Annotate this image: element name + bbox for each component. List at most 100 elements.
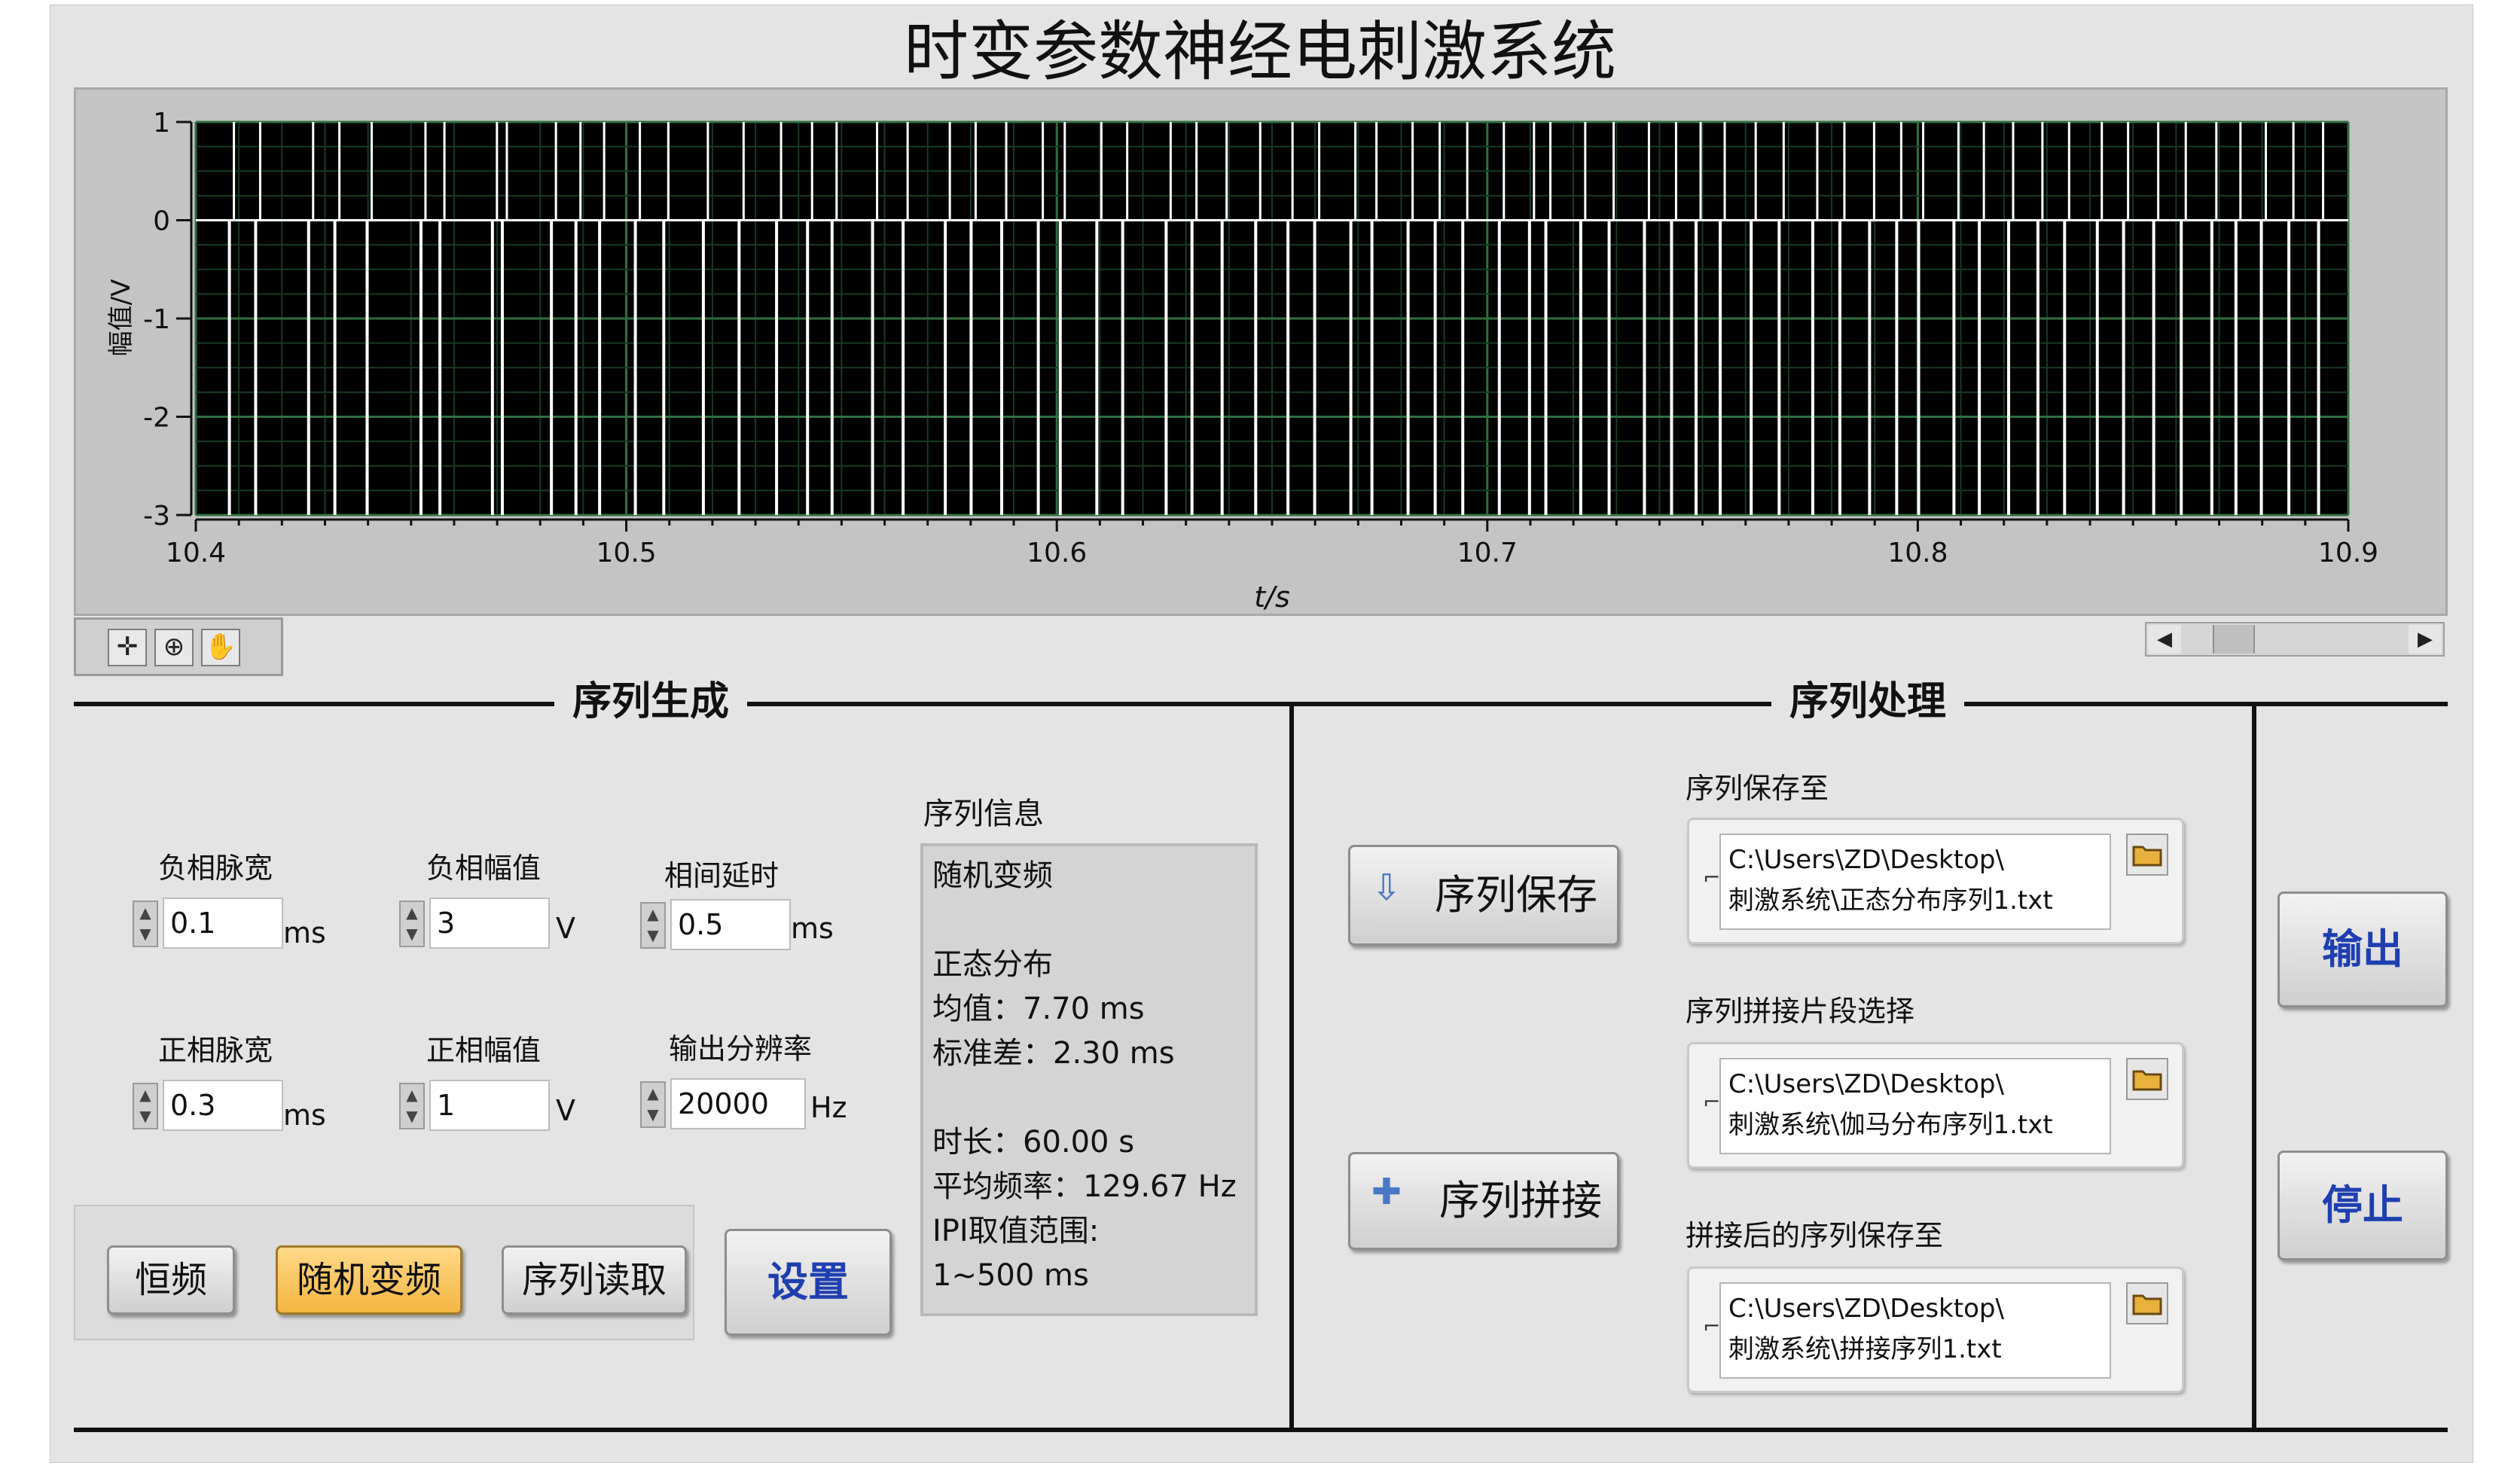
y-tick-label: 0: [153, 206, 170, 237]
pos-amp-input[interactable]: 1: [429, 1080, 550, 1131]
processing-section-title: 序列处理: [1771, 675, 1965, 729]
sequence-info-display: 随机变频 正态分布 均值：7.70 ms 标准差：2.30 ms 时长：60.0…: [920, 843, 1258, 1316]
info-line: 正态分布: [932, 947, 1053, 982]
scroll-right-button[interactable]: ▶: [2409, 625, 2442, 654]
settings-button[interactable]: 设置: [725, 1229, 892, 1336]
bottom-separator: [74, 1428, 2448, 1432]
path-line-1: C:\Users\ZD\Desktop\: [1728, 845, 2004, 875]
neg-amp-unit: V: [556, 912, 575, 945]
info-line: 平均频率：129.67 Hz: [932, 1169, 1237, 1204]
output-button[interactable]: 输出: [2277, 891, 2448, 1007]
graph-palette: ✛ ⊕ ✋: [74, 617, 283, 676]
crosshair-icon[interactable]: ✛: [108, 629, 147, 666]
y-tick-label: -2: [143, 403, 170, 434]
sequence-concat-button[interactable]: ✚ 序列拼接: [1348, 1152, 1619, 1250]
path-line-1: C:\Users\ZD\Desktop\: [1728, 1294, 2004, 1324]
pos-width-unit: ms: [283, 1099, 326, 1132]
generation-section-title: 序列生成: [554, 675, 748, 729]
tree-icon: ⌐: [1703, 1314, 1721, 1339]
pos-width-label: 正相脉宽: [158, 1034, 273, 1067]
sequence-info-label: 序列信息: [923, 797, 1044, 831]
x-tick-label: 10.9: [2318, 538, 2378, 568]
info-line: [932, 898, 1246, 943]
x-tick-label: 10.5: [596, 538, 657, 568]
concat-save-path-control: ⌐ C:\Users\ZD\Desktop\ 刺激系统\拼接序列1.txt: [1687, 1266, 2184, 1393]
y-axis-label: 幅值/V: [106, 279, 136, 357]
y-tick-label: 1: [153, 108, 170, 139]
concat-save-label: 拼接后的序列保存至: [1686, 1219, 1944, 1252]
pos-amp-control: ▲ ▼ 1: [399, 1080, 550, 1131]
y-tick-label: -1: [143, 304, 170, 335]
segment-label: 序列拼接片段选择: [1686, 995, 1915, 1028]
segment-path-control: ⌐ C:\Users\ZD\Desktop\ 刺激系统\伽马分布序列1.txt: [1687, 1042, 2184, 1169]
constant-frequency-button[interactable]: 恒频: [107, 1245, 235, 1315]
x-tick-label: 10.7: [1457, 538, 1518, 568]
sequence-save-label: 序列保存: [1435, 871, 1597, 919]
path-line-1: C:\Users\ZD\Desktop\: [1728, 1069, 2004, 1099]
neg-amp-input[interactable]: 3: [429, 898, 550, 949]
resolution-spinner[interactable]: ▲ ▼: [640, 1081, 666, 1128]
info-line: [932, 1076, 1246, 1120]
save-to-path-control: ⌐ C:\Users\ZD\Desktop\ 刺激系统\正态分布序列1.txt: [1687, 818, 2184, 944]
y-tick-label: -3: [143, 501, 170, 532]
x-tick-label: 10.8: [1887, 538, 1948, 568]
info-line: 均值：7.70 ms: [932, 992, 1145, 1026]
resolution-control: ▲ ▼ 20000: [640, 1078, 806, 1129]
concat-save-path-input[interactable]: C:\Users\ZD\Desktop\ 刺激系统\拼接序列1.txt: [1719, 1282, 2111, 1379]
top-separator: [74, 702, 2448, 706]
plus-icon: ✚: [1371, 1171, 1402, 1213]
info-line: 1~500 ms: [932, 1258, 1089, 1293]
delay-spinner[interactable]: ▲ ▼: [640, 902, 666, 949]
resolution-input[interactable]: 20000: [670, 1078, 806, 1129]
sequence-read-button[interactable]: 序列读取: [502, 1245, 687, 1315]
random-frequency-button[interactable]: 随机变频: [276, 1245, 462, 1315]
sequence-save-button[interactable]: ⇩ 序列保存: [1348, 845, 1619, 946]
neg-amp-control: ▲ ▼ 3: [399, 898, 550, 949]
neg-width-label: 负相脉宽: [158, 852, 273, 885]
app-title: 时变参数神经电刺激系统: [904, 14, 1616, 90]
tree-icon: ⌐: [1703, 865, 1721, 890]
info-line: 时长：60.00 s: [932, 1125, 1135, 1160]
x-tick-label: 10.4: [166, 538, 226, 568]
scroll-thumb[interactable]: [2213, 625, 2255, 654]
right-divider: [2252, 702, 2256, 1432]
pos-amp-unit: V: [556, 1094, 575, 1127]
info-line: 标准差：2.30 ms: [932, 1036, 1175, 1071]
segment-path-input[interactable]: C:\Users\ZD\Desktop\ 刺激系统\伽马分布序列1.txt: [1719, 1058, 2111, 1154]
neg-amp-spinner[interactable]: ▲ ▼: [399, 901, 425, 947]
neg-width-input[interactable]: 0.1: [163, 898, 283, 949]
tree-icon: ⌐: [1703, 1090, 1721, 1114]
neg-amp-label: 负相幅值: [426, 852, 542, 885]
sequence-concat-label: 序列拼接: [1439, 1177, 1602, 1224]
browse-folder-button[interactable]: [2126, 1282, 2168, 1324]
info-line: 随机变频: [932, 858, 1053, 893]
x-axis-label: t/s: [1254, 581, 1290, 614]
delay-label: 相间延时: [664, 859, 779, 892]
folder-icon: [2132, 1070, 2162, 1091]
stop-button[interactable]: 停止: [2277, 1151, 2448, 1260]
delay-input[interactable]: 0.5: [670, 899, 791, 950]
delay-control: ▲ ▼ 0.5: [640, 899, 791, 950]
pos-amp-spinner[interactable]: ▲ ▼: [399, 1083, 425, 1129]
browse-folder-button[interactable]: [2126, 1058, 2168, 1100]
chart-horizontal-scrollbar[interactable]: ◀ ▶: [2145, 622, 2445, 657]
scroll-left-button[interactable]: ◀: [2148, 625, 2181, 654]
save-to-label: 序列保存至: [1686, 772, 1829, 805]
zoom-icon[interactable]: ⊕: [154, 629, 194, 666]
pos-width-input[interactable]: 0.3: [163, 1080, 283, 1131]
folder-icon: [2132, 846, 2162, 867]
save-icon: ⇩: [1371, 867, 1402, 909]
neg-width-spinner[interactable]: ▲ ▼: [133, 901, 158, 947]
resolution-label: 输出分辨率: [669, 1032, 813, 1065]
folder-icon: [2132, 1294, 2162, 1315]
browse-folder-button[interactable]: [2126, 834, 2168, 876]
info-line: IPI取值范围:: [932, 1214, 1100, 1248]
save-to-path-input[interactable]: C:\Users\ZD\Desktop\ 刺激系统\正态分布序列1.txt: [1719, 834, 2111, 930]
hand-pan-icon[interactable]: ✋: [201, 629, 240, 666]
path-line-2: 刺激系统\伽马分布序列1.txt: [1728, 1110, 2053, 1140]
middle-divider: [1289, 702, 1294, 1432]
waveform-chart[interactable]: 10.4 10.5 10.6 10.7 10.8 10.9 1 0 -1 -2 -3 幅值/V t/…: [74, 87, 2448, 616]
x-tick-label: 10.6: [1027, 538, 1087, 568]
pos-width-spinner[interactable]: ▲ ▼: [133, 1083, 158, 1129]
neg-width-control: ▲ ▼ 0.1: [133, 898, 283, 949]
